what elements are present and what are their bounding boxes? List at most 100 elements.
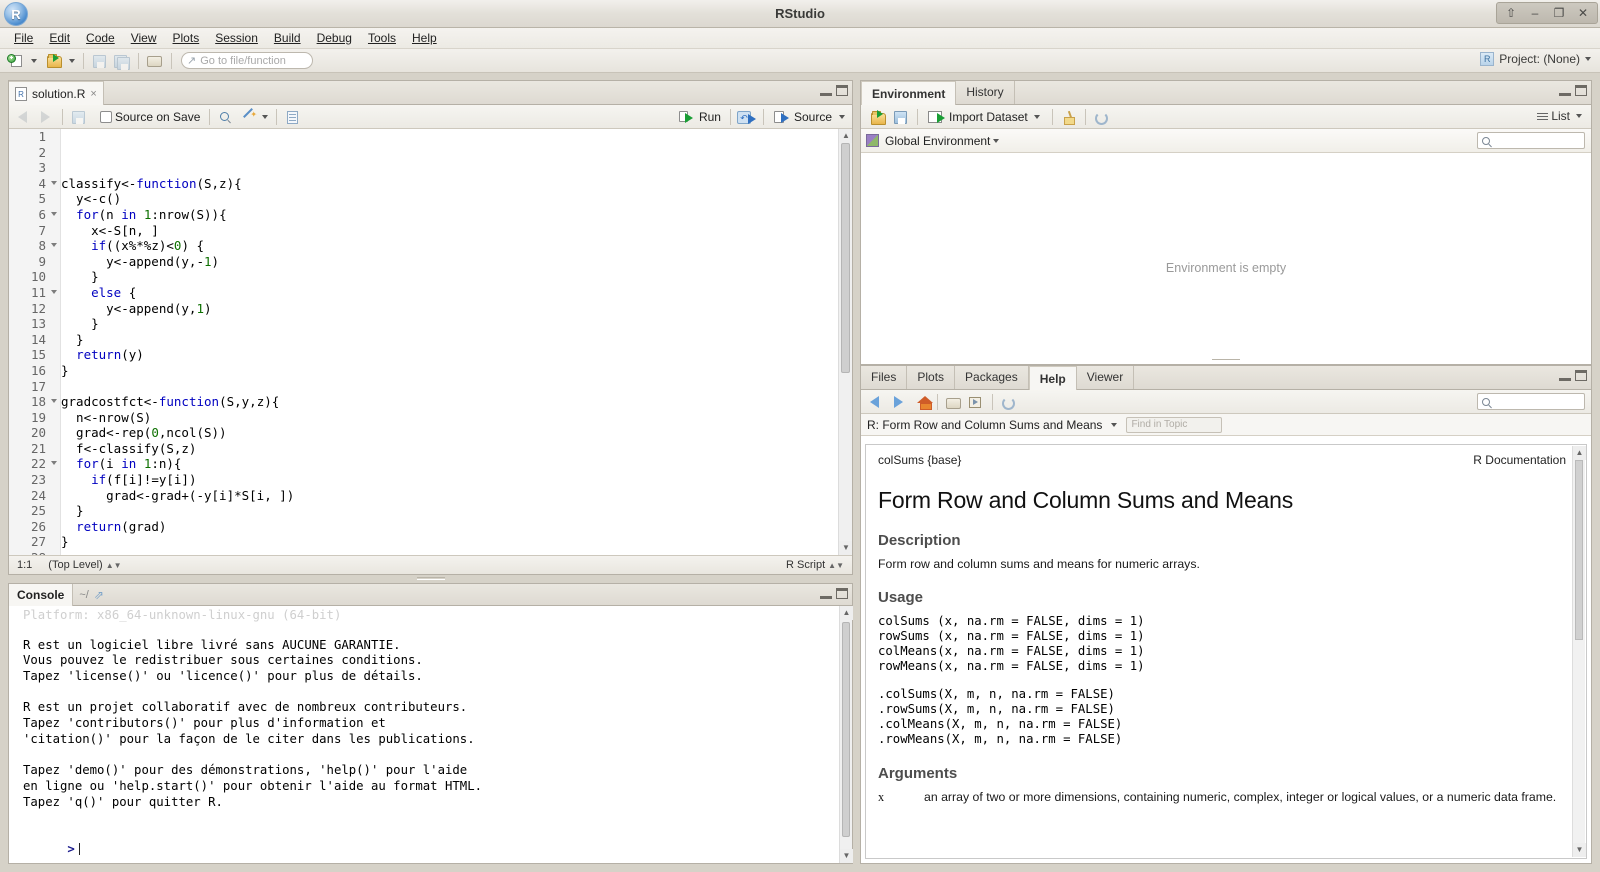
load-workspace-icon[interactable] bbox=[869, 108, 889, 126]
console-scroll-up-icon[interactable]: ▲ bbox=[840, 606, 853, 620]
menu-help[interactable]: Help bbox=[404, 29, 445, 47]
environment-view-mode-caret-icon[interactable] bbox=[1576, 114, 1582, 118]
save-workspace-icon[interactable] bbox=[891, 108, 911, 126]
code-line[interactable]: y<-append(y,-1) bbox=[61, 254, 838, 270]
import-dataset-caret-icon[interactable] bbox=[1034, 115, 1040, 119]
code-line[interactable]: return(grad) bbox=[61, 519, 838, 535]
code-line[interactable]: for(i in 1:n){ bbox=[61, 456, 838, 472]
help-scroll-up-icon[interactable]: ▲ bbox=[1573, 446, 1586, 460]
code-line[interactable]: if(f[i]!=y[i]) bbox=[61, 472, 838, 488]
source-on-save-checkbox[interactable]: Source on Save bbox=[96, 109, 204, 125]
tab-files[interactable]: Files bbox=[861, 366, 907, 389]
code-line[interactable] bbox=[61, 129, 838, 145]
code-fold-toggle-icon[interactable] bbox=[51, 290, 57, 294]
code-line[interactable]: for(n in 1:nrow(S)){ bbox=[61, 207, 838, 223]
code-fold-toggle-icon[interactable] bbox=[51, 212, 57, 216]
tab-environment[interactable]: Environment bbox=[861, 81, 956, 105]
scroll-down-arrow-icon[interactable]: ▼ bbox=[839, 541, 852, 555]
open-in-window-icon[interactable]: ⇗ bbox=[89, 588, 104, 602]
tab-help[interactable]: Help bbox=[1029, 366, 1077, 390]
code-line[interactable]: } bbox=[61, 332, 838, 348]
source-button[interactable]: Source bbox=[769, 107, 836, 127]
code-line[interactable]: y<-c() bbox=[61, 191, 838, 207]
code-fold-toggle-icon[interactable] bbox=[51, 243, 57, 247]
help-search-input[interactable] bbox=[1477, 393, 1585, 410]
help-print-button[interactable] bbox=[944, 393, 964, 411]
code-line[interactable]: x<-S[n, ] bbox=[61, 223, 838, 239]
new-file-icon[interactable] bbox=[7, 52, 27, 70]
console-scroll-thumb[interactable] bbox=[842, 622, 850, 837]
restore-up-button[interactable]: ⇧ bbox=[1500, 4, 1522, 22]
save-all-icon[interactable] bbox=[112, 52, 132, 70]
help-home-button[interactable] bbox=[911, 393, 931, 411]
menu-plots[interactable]: Plots bbox=[165, 29, 208, 47]
close-button[interactable]: ✕ bbox=[1572, 4, 1594, 22]
source-tab-solution-r[interactable]: R solution.R × bbox=[9, 81, 104, 105]
code-line[interactable]: return(y) bbox=[61, 347, 838, 363]
environment-help-splitter[interactable] bbox=[860, 358, 1592, 363]
source-console-splitter[interactable] bbox=[8, 576, 853, 581]
project-selector[interactable]: R Project: (None) bbox=[1480, 52, 1594, 66]
minimize-console-pane-icon[interactable] bbox=[820, 589, 832, 599]
source-tab-close-icon[interactable]: × bbox=[90, 82, 96, 106]
scope-updown-icon[interactable]: ▲▼ bbox=[106, 556, 122, 575]
find-in-topic-input[interactable]: Find in Topic bbox=[1126, 417, 1222, 433]
code-line[interactable]: y<-append(y,1) bbox=[61, 301, 838, 317]
run-button[interactable]: Run bbox=[674, 107, 725, 127]
code-fold-toggle-icon[interactable] bbox=[51, 181, 57, 185]
rerun-previous-icon[interactable]: ↶ bbox=[737, 108, 757, 126]
tab-packages[interactable]: Packages bbox=[955, 366, 1029, 389]
menu-session[interactable]: Session bbox=[207, 29, 266, 47]
tab-plots[interactable]: Plots bbox=[907, 366, 955, 389]
code-line[interactable] bbox=[61, 160, 838, 176]
maximize-help-pane-icon[interactable] bbox=[1575, 370, 1587, 381]
help-document[interactable]: colSums {base} R Documentation Form Row … bbox=[865, 444, 1587, 859]
menu-file[interactable]: File bbox=[6, 29, 41, 47]
source-on-save-box-icon[interactable] bbox=[100, 111, 112, 123]
print-icon[interactable] bbox=[145, 52, 165, 70]
menu-view[interactable]: View bbox=[123, 29, 165, 47]
help-back-button[interactable] bbox=[867, 393, 887, 411]
editor-vertical-scrollbar[interactable]: ▲ ▼ bbox=[838, 129, 852, 555]
source-dropdown-caret-icon[interactable] bbox=[839, 115, 845, 119]
code-line[interactable] bbox=[61, 379, 838, 395]
editor-scroll-thumb[interactable] bbox=[841, 143, 850, 373]
code-line[interactable]: grad<-grad+(-y[i]*S[i, ]) bbox=[61, 488, 838, 504]
help-open-in-browser-button[interactable] bbox=[966, 393, 986, 411]
code-line[interactable]: } bbox=[61, 316, 838, 332]
code-line[interactable]: n<-nrow(S) bbox=[61, 410, 838, 426]
console-working-directory[interactable]: ~/ bbox=[73, 589, 88, 601]
environment-view-mode-button[interactable]: List bbox=[1537, 109, 1585, 123]
menu-edit[interactable]: Edit bbox=[41, 29, 78, 47]
minimize-button[interactable]: – bbox=[1524, 4, 1546, 22]
show-document-outline-icon[interactable] bbox=[283, 108, 303, 126]
environment-search-input[interactable] bbox=[1477, 132, 1585, 149]
file-type-selector[interactable]: R Script ▲▼ bbox=[778, 556, 852, 575]
goto-file-function-input[interactable]: ↗ Go to file/function bbox=[181, 52, 313, 69]
maximize-source-pane-icon[interactable] bbox=[836, 85, 848, 96]
code-fold-toggle-icon[interactable] bbox=[51, 461, 57, 465]
menu-build[interactable]: Build bbox=[266, 29, 309, 47]
code-line[interactable]: gradcostfct<-function(S,y,z){ bbox=[61, 394, 838, 410]
code-line[interactable]: } bbox=[61, 363, 838, 379]
code-line[interactable]: f<-classify(S,z) bbox=[61, 441, 838, 457]
code-line[interactable]: classify<-function(S,z){ bbox=[61, 176, 838, 192]
code-fold-toggle-icon[interactable] bbox=[51, 399, 57, 403]
console-prompt-line[interactable]: > bbox=[23, 826, 846, 842]
maximize-environment-pane-icon[interactable] bbox=[1575, 85, 1587, 96]
project-caret-icon[interactable] bbox=[1585, 57, 1591, 61]
minimize-environment-pane-icon[interactable] bbox=[1559, 86, 1571, 96]
new-file-dropdown-caret-icon[interactable] bbox=[31, 59, 37, 63]
help-forward-button[interactable] bbox=[889, 393, 909, 411]
console-title[interactable]: Console bbox=[9, 584, 73, 606]
code-line[interactable]: } bbox=[61, 534, 838, 550]
minimize-help-pane-icon[interactable] bbox=[1559, 371, 1571, 381]
save-icon[interactable] bbox=[90, 52, 110, 70]
code-line[interactable]: if((x%*%z)<0) { bbox=[61, 238, 838, 254]
code-tools-caret-icon[interactable] bbox=[262, 115, 268, 119]
code-editor[interactable]: 1234567891011121314151617181920212223242… bbox=[9, 129, 852, 555]
file-type-updown-icon[interactable]: ▲▼ bbox=[828, 556, 844, 575]
code-text-area[interactable]: classify<-function(S,z){ y<-c() for(n in… bbox=[61, 129, 838, 555]
code-line[interactable]: } bbox=[61, 269, 838, 285]
help-scroll-thumb[interactable] bbox=[1575, 460, 1583, 640]
